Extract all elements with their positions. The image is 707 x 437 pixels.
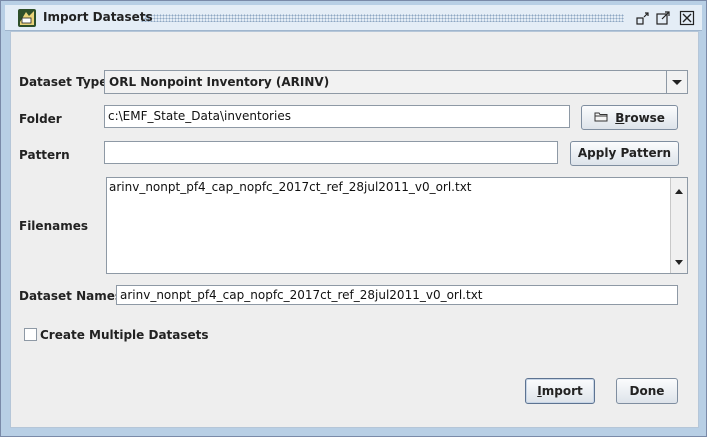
dataset-type-select[interactable]: ORL Nonpoint Inventory (ARINV) [104, 70, 688, 94]
filenames-label: Filenames [19, 219, 88, 233]
create-multiple-label: Create Multiple Datasets [40, 328, 209, 342]
folder-input[interactable]: c:\EMF_State_Data\inventories [104, 105, 570, 128]
folder-icon [594, 110, 608, 125]
create-multiple-checkbox[interactable] [24, 328, 37, 341]
window-title: Import Datasets [43, 10, 153, 24]
browse-button-label: Browse [615, 110, 665, 125]
maximize-icon[interactable] [655, 10, 671, 26]
dialog-frame: Import Datasets Dataset Type ORL Nonpoin… [0, 0, 707, 437]
filenames-value: arinv_nonpt_pf4_cap_nopfc_2017ct_ref_28j… [109, 180, 472, 194]
dataset-type-value: ORL Nonpoint Inventory (ARINV) [109, 75, 330, 89]
scroll-down-icon[interactable] [674, 251, 684, 270]
close-icon[interactable] [679, 10, 695, 26]
dataset-names-input[interactable]: arinv_nonpt_pf4_cap_nopfc_2017ct_ref_28j… [116, 285, 678, 305]
title-bar-grip [141, 14, 624, 22]
pattern-input[interactable] [104, 141, 558, 164]
scroll-up-icon[interactable] [674, 181, 684, 200]
apply-pattern-button[interactable]: Apply Pattern [570, 141, 679, 166]
dataset-names-label: Dataset Names [19, 289, 123, 303]
title-bar[interactable]: Import Datasets [5, 5, 702, 31]
emf-app-icon [17, 8, 37, 28]
done-button[interactable]: Done [616, 378, 678, 404]
filenames-textarea[interactable]: arinv_nonpt_pf4_cap_nopfc_2017ct_ref_28j… [106, 177, 688, 274]
chevron-down-icon[interactable] [666, 71, 687, 93]
import-button[interactable]: Import [525, 378, 595, 404]
minimize-icon[interactable] [635, 10, 651, 26]
folder-label: Folder [19, 112, 62, 126]
pattern-label: Pattern [19, 148, 70, 162]
browse-button[interactable]: Browse [581, 105, 678, 130]
dialog-content: Dataset Type ORL Nonpoint Inventory (ARI… [10, 31, 699, 428]
filenames-scrollbar[interactable] [670, 178, 687, 273]
dataset-type-label: Dataset Type [19, 75, 108, 89]
